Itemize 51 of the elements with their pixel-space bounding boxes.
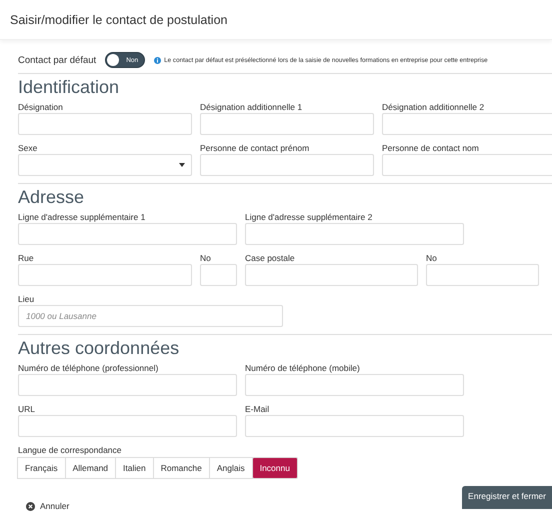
field-label: Désignation additionnelle 1 bbox=[200, 101, 304, 113]
field-label: No bbox=[426, 252, 438, 264]
field-label: Case postale bbox=[245, 252, 296, 264]
select-field[interactable] bbox=[18, 154, 192, 176]
input-field[interactable] bbox=[245, 264, 418, 286]
input-field[interactable] bbox=[18, 374, 237, 396]
caret-icon bbox=[179, 163, 185, 167]
field-label: Personne de contact prénom bbox=[200, 142, 310, 154]
field-label: Numéro de téléphone (mobile) bbox=[245, 362, 361, 374]
input-field[interactable] bbox=[200, 264, 237, 286]
language-option[interactable]: Anglais bbox=[208, 457, 253, 479]
field-label: Personne de contact nom bbox=[382, 142, 480, 154]
field-label: URL bbox=[18, 403, 36, 415]
input-field[interactable] bbox=[18, 415, 237, 437]
language-option[interactable]: Romanche bbox=[152, 457, 210, 479]
input-field[interactable] bbox=[18, 264, 192, 286]
language-option[interactable]: Italien bbox=[115, 457, 154, 479]
info-icon bbox=[154, 56, 162, 64]
language-option[interactable]: Inconnu bbox=[252, 457, 298, 479]
cancel-button[interactable]: Annuler bbox=[18, 501, 70, 511]
field-label: Numéro de téléphone (professionnel) bbox=[18, 362, 160, 374]
field-label: Ligne d'adresse supplémentaire 2 bbox=[245, 211, 374, 223]
input-field[interactable] bbox=[18, 223, 237, 245]
input-field[interactable] bbox=[18, 113, 192, 135]
section-heading: Autres coordonnées bbox=[18, 337, 180, 359]
save-close-button[interactable]: Enregistrer et fermer bbox=[462, 486, 552, 509]
input-field[interactable] bbox=[245, 223, 464, 245]
input-field[interactable] bbox=[245, 415, 464, 437]
input-field[interactable] bbox=[200, 154, 374, 176]
section-heading: Adresse bbox=[18, 186, 86, 208]
input-field[interactable] bbox=[200, 113, 374, 135]
input-field[interactable] bbox=[382, 154, 552, 176]
field-label: E-Mail bbox=[245, 403, 270, 415]
field-label: Lieu bbox=[18, 293, 36, 305]
field-label: Ligne d'adresse supplémentaire 1 bbox=[18, 211, 146, 223]
field-label: Langue de correspondance bbox=[18, 444, 122, 456]
field-label: Rue bbox=[18, 252, 35, 264]
input-field[interactable] bbox=[426, 264, 539, 286]
field-label: Désignation additionnelle 2 bbox=[382, 101, 486, 113]
field-label: Sexe bbox=[18, 142, 38, 154]
field-label: Désignation bbox=[18, 101, 64, 113]
input-field[interactable] bbox=[245, 374, 464, 396]
default-contact-label: Contact par défaut bbox=[18, 54, 96, 66]
section-heading: Identification bbox=[18, 76, 120, 98]
dialog-title: Saisir/modifier le contact de postulation bbox=[10, 12, 228, 26]
field-label: No bbox=[200, 252, 212, 264]
language-option[interactable]: Français bbox=[17, 457, 66, 479]
close-icon bbox=[26, 502, 35, 510]
input-field[interactable] bbox=[382, 113, 552, 135]
language-option[interactable]: Allemand bbox=[64, 457, 116, 479]
input-field[interactable]: 1000 ou Lausanne bbox=[18, 305, 283, 327]
